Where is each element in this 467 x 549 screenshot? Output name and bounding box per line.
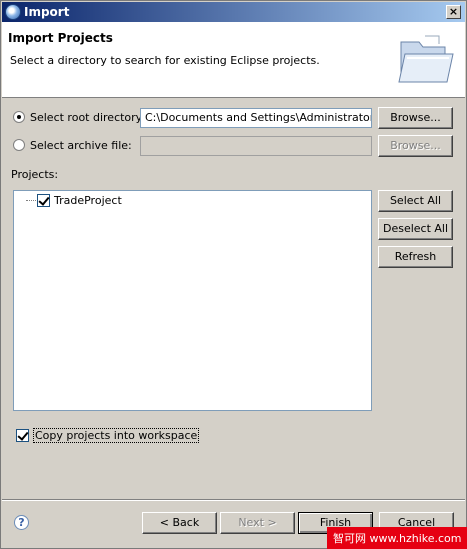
copy-checkbox[interactable] (16, 429, 29, 442)
archive-file-label: Select archive file: (30, 138, 132, 152)
wizard-banner: Import Projects Select a directory to se… (2, 22, 465, 98)
root-directory-radio[interactable]: Select root directory: (13, 109, 145, 125)
eclipse-icon (5, 4, 21, 20)
browse-root-button[interactable]: Browse... (378, 107, 453, 129)
deselect-all-button[interactable]: Deselect All (378, 218, 453, 240)
radio-indicator[interactable] (13, 111, 25, 123)
import-dialog: Import × Import Projects Select a direct… (0, 0, 467, 549)
radio-indicator[interactable] (13, 139, 25, 151)
archive-file-radio[interactable]: Select archive file: (13, 137, 132, 153)
page-description: Select a directory to search for existin… (10, 54, 320, 67)
copy-label: Copy projects into workspace (33, 428, 200, 443)
project-item-tradeproject[interactable]: TradeProject (37, 194, 122, 207)
help-icon[interactable]: ? (14, 515, 29, 530)
select-all-button[interactable]: Select All (378, 190, 453, 212)
project-name: TradeProject (54, 194, 122, 207)
refresh-button[interactable]: Refresh (378, 246, 453, 268)
root-directory-label: Select root directory: (30, 110, 146, 124)
window-title: Import (24, 5, 70, 19)
archive-file-input[interactable] (140, 136, 372, 156)
watermark: 智可网 www.hzhike.com (327, 527, 467, 549)
footer-separator (2, 499, 465, 501)
projects-label: Projects: (11, 168, 59, 181)
next-button[interactable]: Next > (220, 512, 295, 534)
folder-icon (398, 35, 454, 83)
close-button[interactable]: × (446, 5, 461, 19)
root-directory-input[interactable]: C:\Documents and Settings\Administrator\… (140, 108, 372, 128)
projects-list[interactable]: TradeProject (13, 190, 372, 411)
browse-archive-button[interactable]: Browse... (378, 135, 453, 157)
copy-into-workspace-option[interactable]: Copy projects into workspace (16, 428, 200, 443)
title-bar[interactable]: Import × (2, 2, 465, 22)
back-button[interactable]: < Back (142, 512, 217, 534)
page-title: Import Projects (8, 31, 113, 45)
project-checkbox[interactable] (37, 194, 50, 207)
